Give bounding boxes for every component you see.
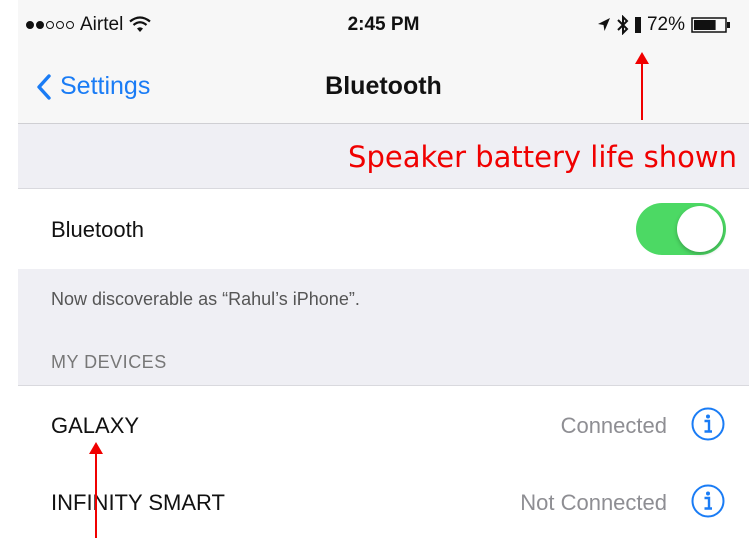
navigation-bar: Settings Bluetooth	[18, 52, 749, 124]
section-spacer: Speaker battery life shown	[18, 124, 749, 188]
section-header-my-devices: MY DEVICES	[51, 352, 167, 372]
info-icon[interactable]	[690, 406, 726, 442]
discoverable-text: Now discoverable as “Rahul’s iPhone”.	[51, 289, 360, 309]
device-name: GALAXY	[51, 413, 140, 438]
location-arrow-icon	[597, 18, 610, 31]
device-status: Connected	[560, 413, 667, 438]
toggle-knob	[677, 206, 723, 252]
bluetooth-label: Bluetooth	[51, 217, 144, 242]
page-title: Bluetooth	[325, 72, 442, 100]
battery-percentage: 72%	[646, 14, 685, 35]
device-name: INFINITY SMART	[51, 490, 225, 515]
status-right: 72%	[597, 14, 731, 36]
speaker-battery-icon	[634, 17, 641, 33]
section-footer-header: Now discoverable as “Rahul’s iPhone”. MY…	[18, 269, 749, 385]
battery-icon	[691, 17, 730, 33]
status-bar: Airtel 2:45 PM 72%	[18, 0, 749, 52]
device-status: Not Connected	[520, 490, 667, 515]
bluetooth-icon	[617, 15, 629, 35]
annotation-text: Speaker battery life shown	[348, 140, 737, 174]
device-row-galaxy[interactable]: GALAXY Connected	[18, 385, 749, 464]
device-row-infinity-smart[interactable]: INFINITY SMART Not Connected	[18, 463, 749, 541]
bluetooth-toggle[interactable]	[636, 203, 726, 255]
bluetooth-toggle-row: Bluetooth	[18, 188, 749, 270]
info-icon[interactable]	[690, 483, 726, 519]
